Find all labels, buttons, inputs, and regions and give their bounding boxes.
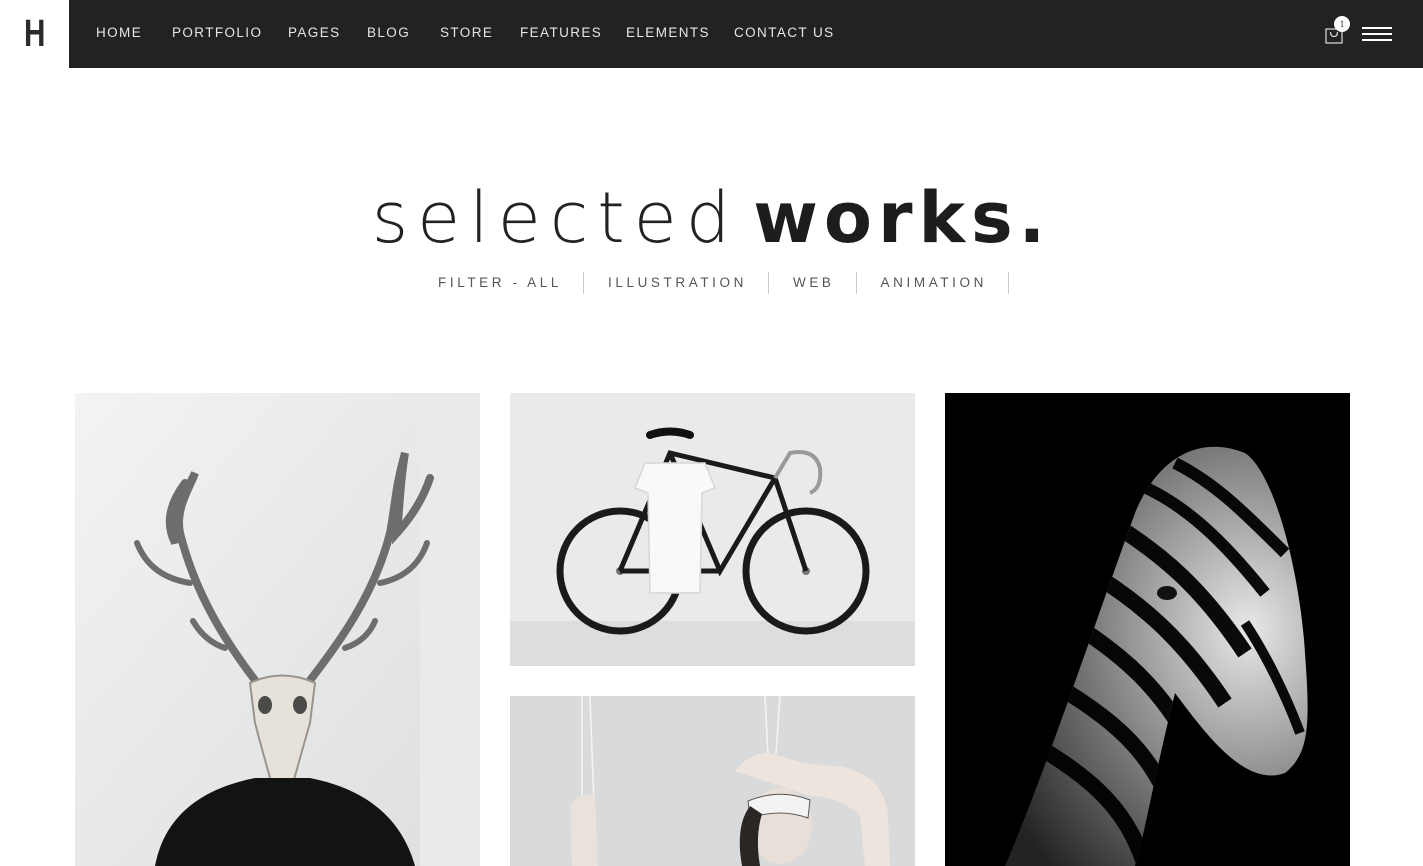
page-title-bold: works. (753, 177, 1052, 259)
filter-animation[interactable]: ANIMATION (857, 272, 1009, 294)
nav-item-store[interactable]: STORE (440, 25, 493, 40)
nav-item-home[interactable]: HOME (96, 25, 142, 40)
portfolio-item-marionette[interactable] (510, 696, 915, 866)
portfolio-item-zebra[interactable] (945, 393, 1350, 866)
portfolio-filters: FILTER - ALL ILLUSTRATION WEB ANIMATION (0, 272, 1423, 294)
filter-illustration[interactable]: ILLUSTRATION (584, 272, 769, 294)
logo[interactable]: H (0, 0, 69, 68)
portfolio-item-bicycle[interactable] (510, 393, 915, 666)
nav-item-contact-us[interactable]: CONTACT US (734, 25, 835, 40)
nav-item-pages[interactable]: PAGES (288, 25, 341, 40)
marionette-image (510, 696, 915, 866)
nav-item-elements[interactable]: ELEMENTS (626, 25, 710, 40)
filter-all[interactable]: FILTER - ALL (414, 272, 585, 294)
hamburger-menu-icon[interactable] (1362, 27, 1392, 41)
filter-web[interactable]: WEB (769, 272, 857, 294)
page-title: selected works. (0, 172, 1423, 263)
page-title-light: selected (371, 177, 740, 259)
nav-item-blog[interactable]: BLOG (367, 25, 410, 40)
zebra-image (945, 393, 1350, 866)
logo-letter: H (23, 13, 46, 55)
bicycle-image (510, 393, 915, 666)
nav-item-features[interactable]: FEATURES (520, 25, 602, 40)
antlers-image (75, 393, 480, 866)
portfolio-item-antlers[interactable] (75, 393, 480, 866)
nav-item-portfolio[interactable]: PORTFOLIO (172, 25, 262, 40)
cart-count-badge: 1 (1334, 16, 1350, 32)
